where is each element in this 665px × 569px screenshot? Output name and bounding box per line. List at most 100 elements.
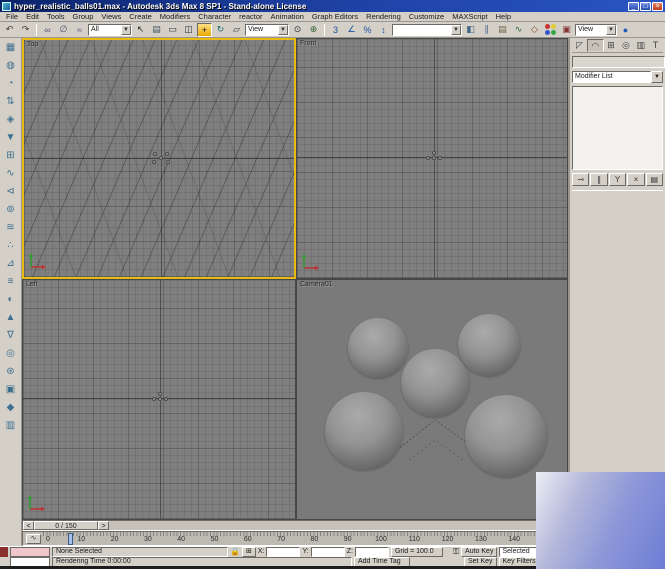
- configure-modifier-sets-button[interactable]: ▤: [646, 173, 663, 186]
- percent-snap-toggle-icon[interactable]: %: [360, 23, 375, 37]
- reactor-toolbar-icon-19[interactable]: ⊛: [3, 364, 19, 379]
- bind-to-space-warp-icon[interactable]: ≈: [72, 23, 87, 37]
- sphere-object-1[interactable]: [348, 318, 408, 378]
- scene-object-wireframe[interactable]: [158, 397, 162, 401]
- scene-object-wireframe[interactable]: [432, 151, 436, 155]
- menu-help[interactable]: Help: [492, 12, 515, 22]
- reactor-toolbar-icon-05[interactable]: ◈: [3, 112, 19, 127]
- menu-character[interactable]: Character: [194, 12, 235, 22]
- close-button[interactable]: ×: [652, 2, 663, 11]
- viewport-left-label[interactable]: Left: [26, 281, 38, 288]
- scene-object-wireframe[interactable]: [432, 156, 436, 160]
- viewport-left[interactable]: Left: [22, 279, 296, 520]
- select-and-rotate-icon[interactable]: ↻: [213, 23, 228, 37]
- y-coordinate-field[interactable]: [311, 547, 345, 557]
- menu-rendering[interactable]: Rendering: [362, 12, 405, 22]
- reactor-toolbar-icon-17[interactable]: ∇: [3, 328, 19, 343]
- scene-object-wireframe[interactable]: [152, 397, 156, 401]
- window-crossing-toggle-icon[interactable]: ◫: [181, 23, 196, 37]
- reactor-toolbar-icon-11[interactable]: ≋: [3, 220, 19, 235]
- scene-object-wireframe[interactable]: [426, 156, 430, 160]
- reactor-toolbar-icon-14[interactable]: ≡: [3, 274, 19, 289]
- select-by-name-icon[interactable]: ▤: [149, 23, 164, 37]
- sphere-object-2[interactable]: [458, 314, 520, 376]
- reactor-toolbar-icon-10[interactable]: ⊚: [3, 202, 19, 217]
- menu-modifiers[interactable]: Modifiers: [156, 12, 194, 22]
- previous-frame-button[interactable]: <: [23, 521, 34, 530]
- reference-coordinate-system-dropdown[interactable]: View▼: [245, 24, 289, 36]
- select-and-manipulate-icon[interactable]: ⊕: [306, 23, 321, 37]
- menu-graph-editors[interactable]: Graph Editors: [308, 12, 362, 22]
- chevron-down-icon[interactable]: ▼: [606, 25, 616, 35]
- reactor-toolbar-icon-03[interactable]: ◔: [3, 76, 19, 91]
- minimize-button[interactable]: _: [628, 2, 639, 11]
- pin-stack-button[interactable]: ⊸: [572, 173, 589, 186]
- render-scene-dialog-icon[interactable]: ▣: [559, 23, 574, 37]
- scene-object-wireframe[interactable]: [153, 152, 157, 156]
- sphere-object-5[interactable]: [465, 395, 547, 477]
- maximize-button[interactable]: □: [640, 2, 651, 11]
- reactor-toolbar-icon-08[interactable]: ∿: [3, 166, 19, 181]
- track-bar[interactable]: ∿ 0102030405060708090100110120130140: [22, 531, 568, 546]
- material-editor-icon[interactable]: [543, 23, 558, 37]
- sphere-object-4[interactable]: [325, 392, 403, 470]
- create-tab[interactable]: ◸: [572, 39, 587, 52]
- mini-curve-editor-button[interactable]: ∿: [26, 534, 41, 544]
- menu-tools[interactable]: Tools: [43, 12, 69, 22]
- hierarchy-tab[interactable]: ⊞: [604, 39, 619, 52]
- reactor-toolbar-icon-13[interactable]: ⊿: [3, 256, 19, 271]
- sphere-object-3[interactable]: [401, 349, 469, 417]
- select-and-scale-icon[interactable]: ▱: [229, 23, 244, 37]
- chevron-down-icon[interactable]: ▼: [651, 71, 663, 83]
- scene-object-wireframe[interactable]: [159, 156, 163, 160]
- rectangular-selection-region-icon[interactable]: ▭: [165, 23, 180, 37]
- utilities-tab[interactable]: T: [648, 39, 663, 52]
- reactor-toolbar-icon-20[interactable]: ▣: [3, 382, 19, 397]
- next-frame-button[interactable]: >: [98, 521, 109, 530]
- modifier-list-value[interactable]: Modifier List: [572, 71, 651, 83]
- menu-customize[interactable]: Customize: [405, 12, 448, 22]
- make-unique-button[interactable]: Y: [609, 173, 626, 186]
- reactor-toolbar-icon-02[interactable]: ◍: [3, 58, 19, 73]
- menu-group[interactable]: Group: [69, 12, 98, 22]
- curve-editor-icon[interactable]: ∿: [511, 23, 526, 37]
- chevron-down-icon[interactable]: ▼: [278, 25, 288, 35]
- angle-snap-toggle-icon[interactable]: ∠: [344, 23, 359, 37]
- z-coordinate-field[interactable]: [355, 547, 389, 557]
- select-and-link-icon[interactable]: ∞: [40, 23, 55, 37]
- reactor-toolbar-icon-06[interactable]: ▼: [3, 130, 19, 145]
- reactor-toolbar-icon-12[interactable]: ∴: [3, 238, 19, 253]
- reactor-toolbar-icon-21[interactable]: ◆: [3, 400, 19, 415]
- time-slider-track[interactable]: [109, 521, 567, 530]
- menu-views[interactable]: Views: [97, 12, 125, 22]
- viewport-camera01[interactable]: Camera01: [296, 279, 568, 520]
- undo-icon[interactable]: ↶: [2, 23, 17, 37]
- show-end-result-button[interactable]: ∥: [590, 173, 607, 186]
- viewport-front[interactable]: Front: [296, 38, 568, 279]
- chevron-down-icon[interactable]: ▼: [451, 25, 461, 35]
- scene-object-wireframe[interactable]: [166, 160, 170, 164]
- viewport-front-label[interactable]: Front: [300, 40, 316, 47]
- macro-recorder-pane[interactable]: [10, 547, 50, 557]
- remove-modifier-button[interactable]: ×: [627, 173, 644, 186]
- render-type-dropdown[interactable]: View▼: [575, 24, 617, 36]
- menu-animation[interactable]: Animation: [267, 12, 308, 22]
- named-selection-sets-dropdown[interactable]: ▼: [392, 24, 462, 36]
- menu-reactor[interactable]: reactor: [235, 12, 266, 22]
- scene-object-wireframe[interactable]: [152, 160, 156, 164]
- reactor-toolbar-icon-22[interactable]: ▥: [3, 418, 19, 433]
- reactor-toolbar-icon-04[interactable]: ⇅: [3, 94, 19, 109]
- absolute-offset-toggle[interactable]: ⊞: [242, 547, 256, 557]
- spinner-snap-toggle-icon[interactable]: ↕: [376, 23, 391, 37]
- reactor-toolbar-icon-01[interactable]: ▦: [3, 40, 19, 55]
- schematic-view-icon[interactable]: ◇: [527, 23, 542, 37]
- viewport-camera01-label[interactable]: Camera01: [300, 281, 333, 288]
- chevron-down-icon[interactable]: ▼: [121, 25, 131, 35]
- snaps-toggle-icon[interactable]: 3: [328, 23, 343, 37]
- x-coordinate-field[interactable]: [266, 547, 300, 557]
- selection-lock-icon[interactable]: 🔒: [230, 547, 240, 557]
- reactor-toolbar-icon-16[interactable]: ▲: [3, 310, 19, 325]
- modifier-stack-list[interactable]: [572, 86, 663, 170]
- scene-object-wireframe[interactable]: [438, 156, 442, 160]
- reactor-toolbar-icon-15[interactable]: ◐: [3, 292, 19, 307]
